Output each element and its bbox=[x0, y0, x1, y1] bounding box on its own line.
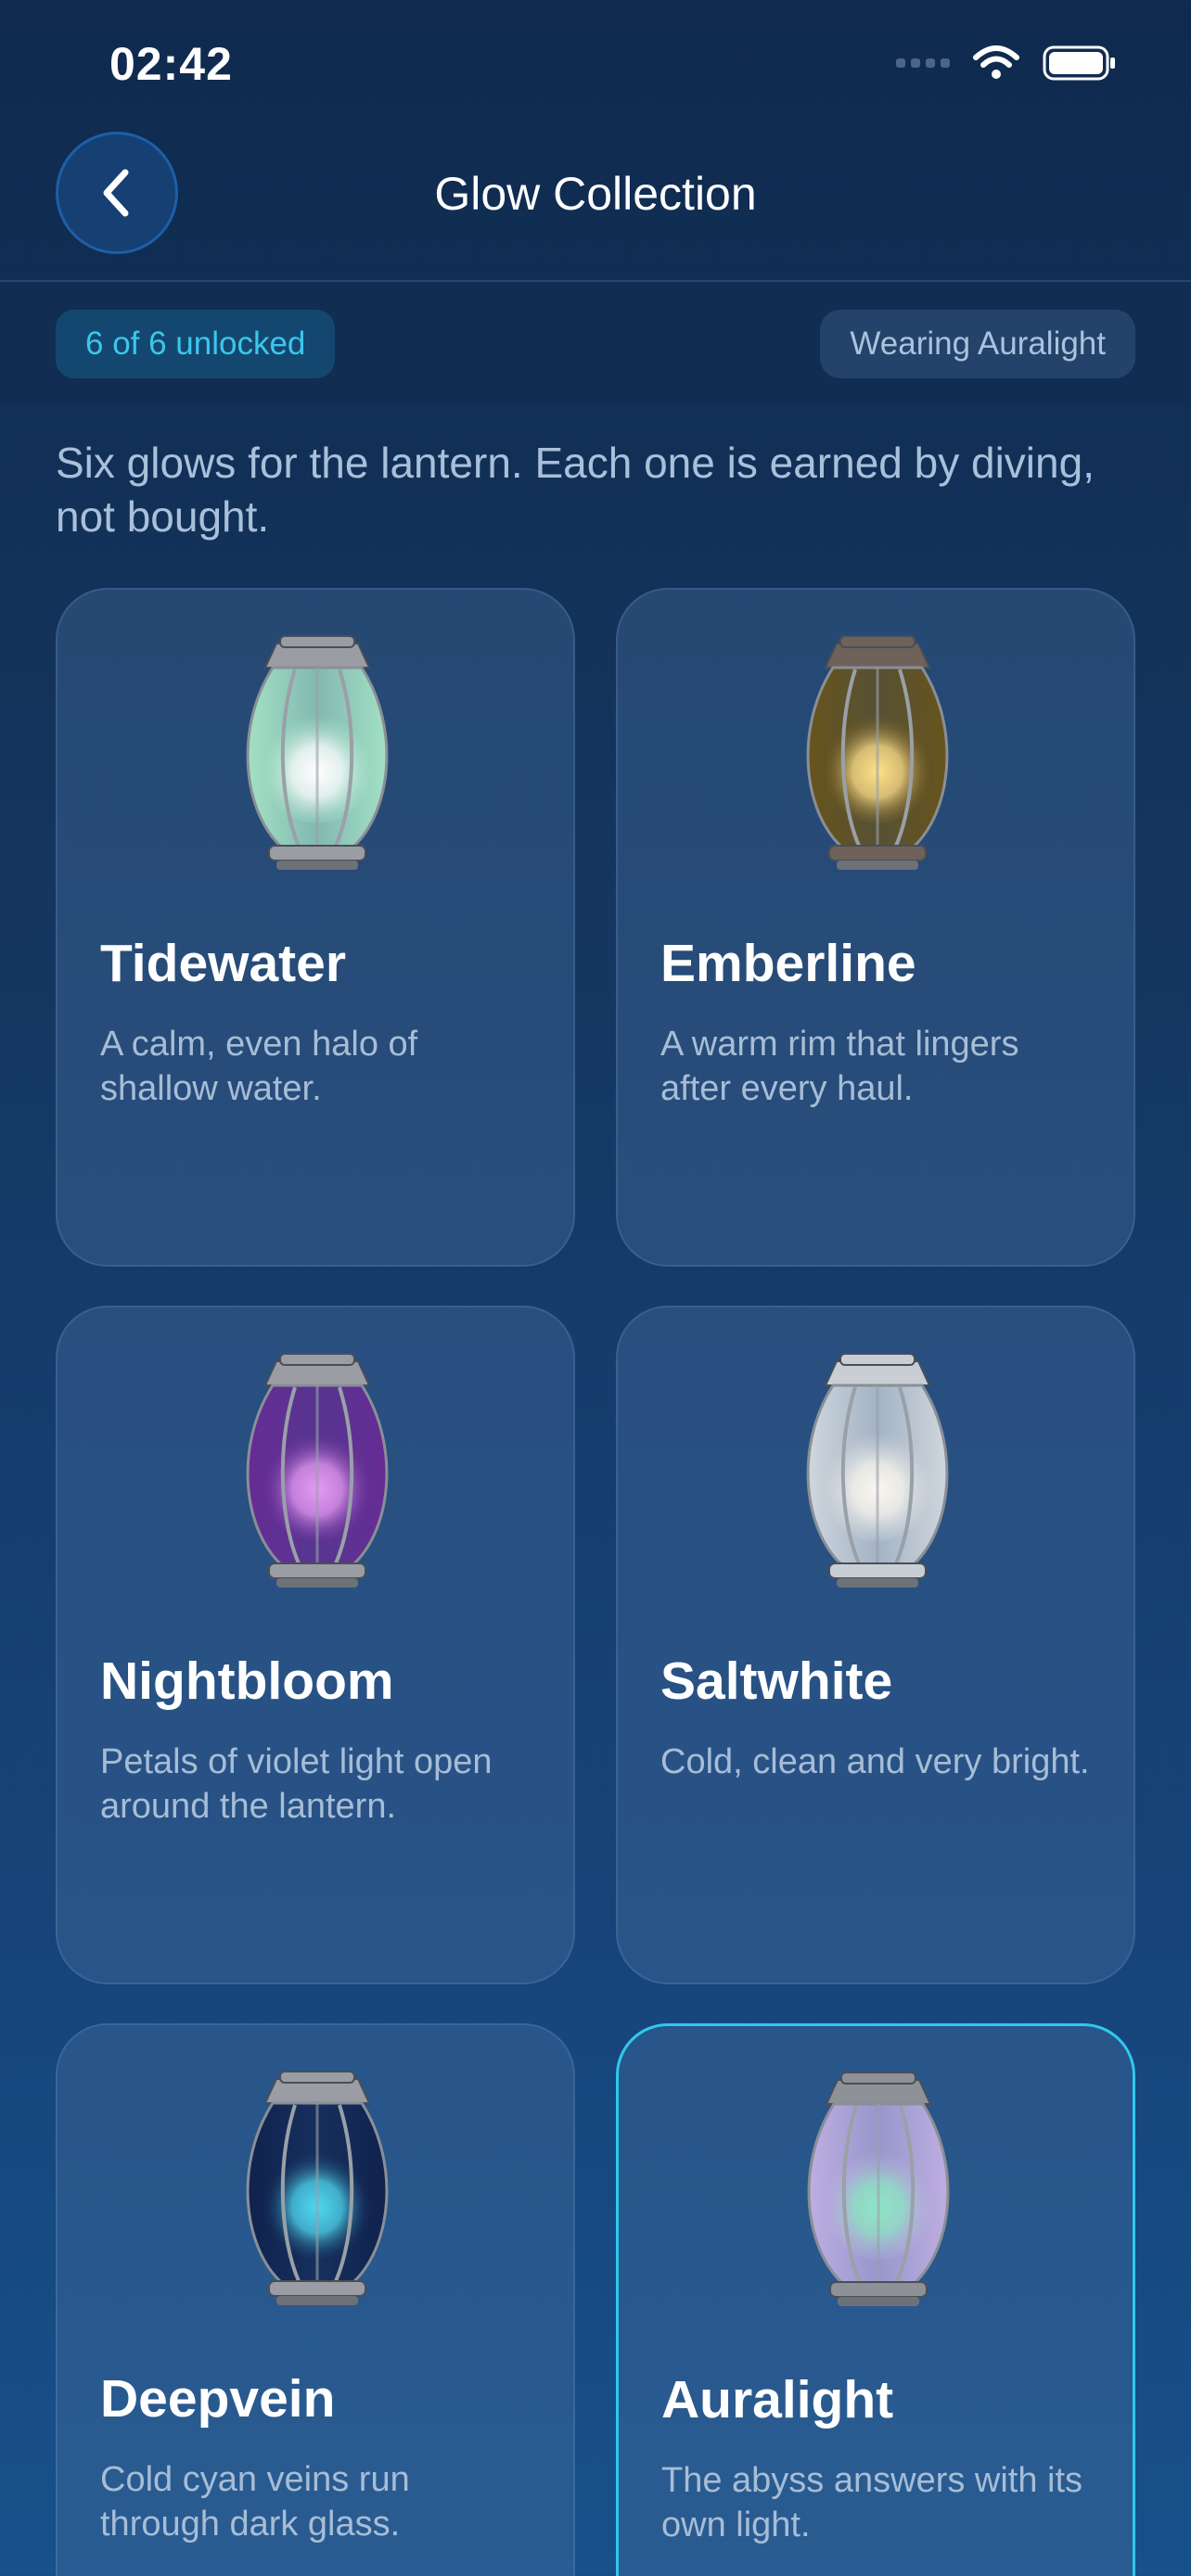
lantern-image bbox=[619, 2063, 1133, 2323]
lantern-image bbox=[58, 2062, 573, 2322]
lantern-icon bbox=[246, 2071, 389, 2305]
glow-description: A calm, even halo of shallow water. bbox=[100, 1025, 418, 1108]
status-bar: 02:42 bbox=[0, 0, 1191, 130]
lantern-image bbox=[618, 1345, 1133, 1604]
glow-card-deepvein[interactable]: Deepvein Cold cyan veins run through dar… bbox=[56, 2023, 575, 2576]
lantern-icon bbox=[807, 2072, 950, 2306]
lantern-image bbox=[58, 627, 573, 886]
glow-description: Cold, clean and very bright. bbox=[660, 1742, 1090, 1781]
lantern-image bbox=[618, 627, 1133, 886]
lantern-icon bbox=[806, 635, 949, 870]
lantern-icon bbox=[246, 1353, 389, 1588]
status-time: 02:42 bbox=[109, 38, 233, 90]
lantern-icon bbox=[246, 635, 389, 870]
glow-name: Nightbloom bbox=[100, 1651, 394, 1711]
glow-description: Petals of violet light open around the l… bbox=[100, 1742, 493, 1826]
glow-description: The abyss answers with its own light. bbox=[661, 2461, 1083, 2544]
glow-name: Tidewater bbox=[100, 934, 347, 993]
glow-name: Auralight bbox=[661, 2370, 894, 2429]
wearing-badge: Wearing Auralight bbox=[820, 310, 1135, 378]
unlocked-count-badge: 6 of 6 unlocked bbox=[56, 310, 336, 378]
lantern-image bbox=[58, 1345, 573, 1604]
status-chip-row: 6 of 6 unlocked Wearing Auralight bbox=[0, 282, 1191, 404]
glow-description: A warm rim that lingers after every haul… bbox=[660, 1025, 1019, 1108]
page-title: Glow Collection bbox=[434, 168, 757, 220]
status-icons bbox=[896, 45, 1117, 82]
cellular-signal-icon bbox=[896, 58, 950, 68]
wifi-icon bbox=[973, 45, 1019, 79]
glow-card-nightbloom[interactable]: Nightbloom Petals of violet light open a… bbox=[56, 1306, 575, 1984]
battery-icon bbox=[1043, 45, 1115, 81]
nav-bar: Glow Collection bbox=[0, 130, 1191, 282]
lantern-icon bbox=[806, 1353, 949, 1588]
intro-text: Six glows for the lantern. Each one is e… bbox=[56, 439, 1095, 541]
glow-name: Saltwhite bbox=[660, 1651, 893, 1711]
glow-card-auralight[interactable]: Auralight The abyss answers with its own… bbox=[616, 2023, 1135, 2576]
glow-description: Cold cyan veins run through dark glass. bbox=[100, 2460, 410, 2544]
glow-name: Emberline bbox=[660, 934, 916, 993]
glow-card-tidewater[interactable]: Tidewater A calm, even halo of shallow w… bbox=[56, 588, 575, 1267]
glow-name: Deepvein bbox=[100, 2369, 336, 2429]
glow-card-saltwhite[interactable]: Saltwhite Cold, clean and very bright. bbox=[616, 1306, 1135, 1984]
glow-card-emberline[interactable]: Emberline A warm rim that lingers after … bbox=[616, 588, 1135, 1267]
